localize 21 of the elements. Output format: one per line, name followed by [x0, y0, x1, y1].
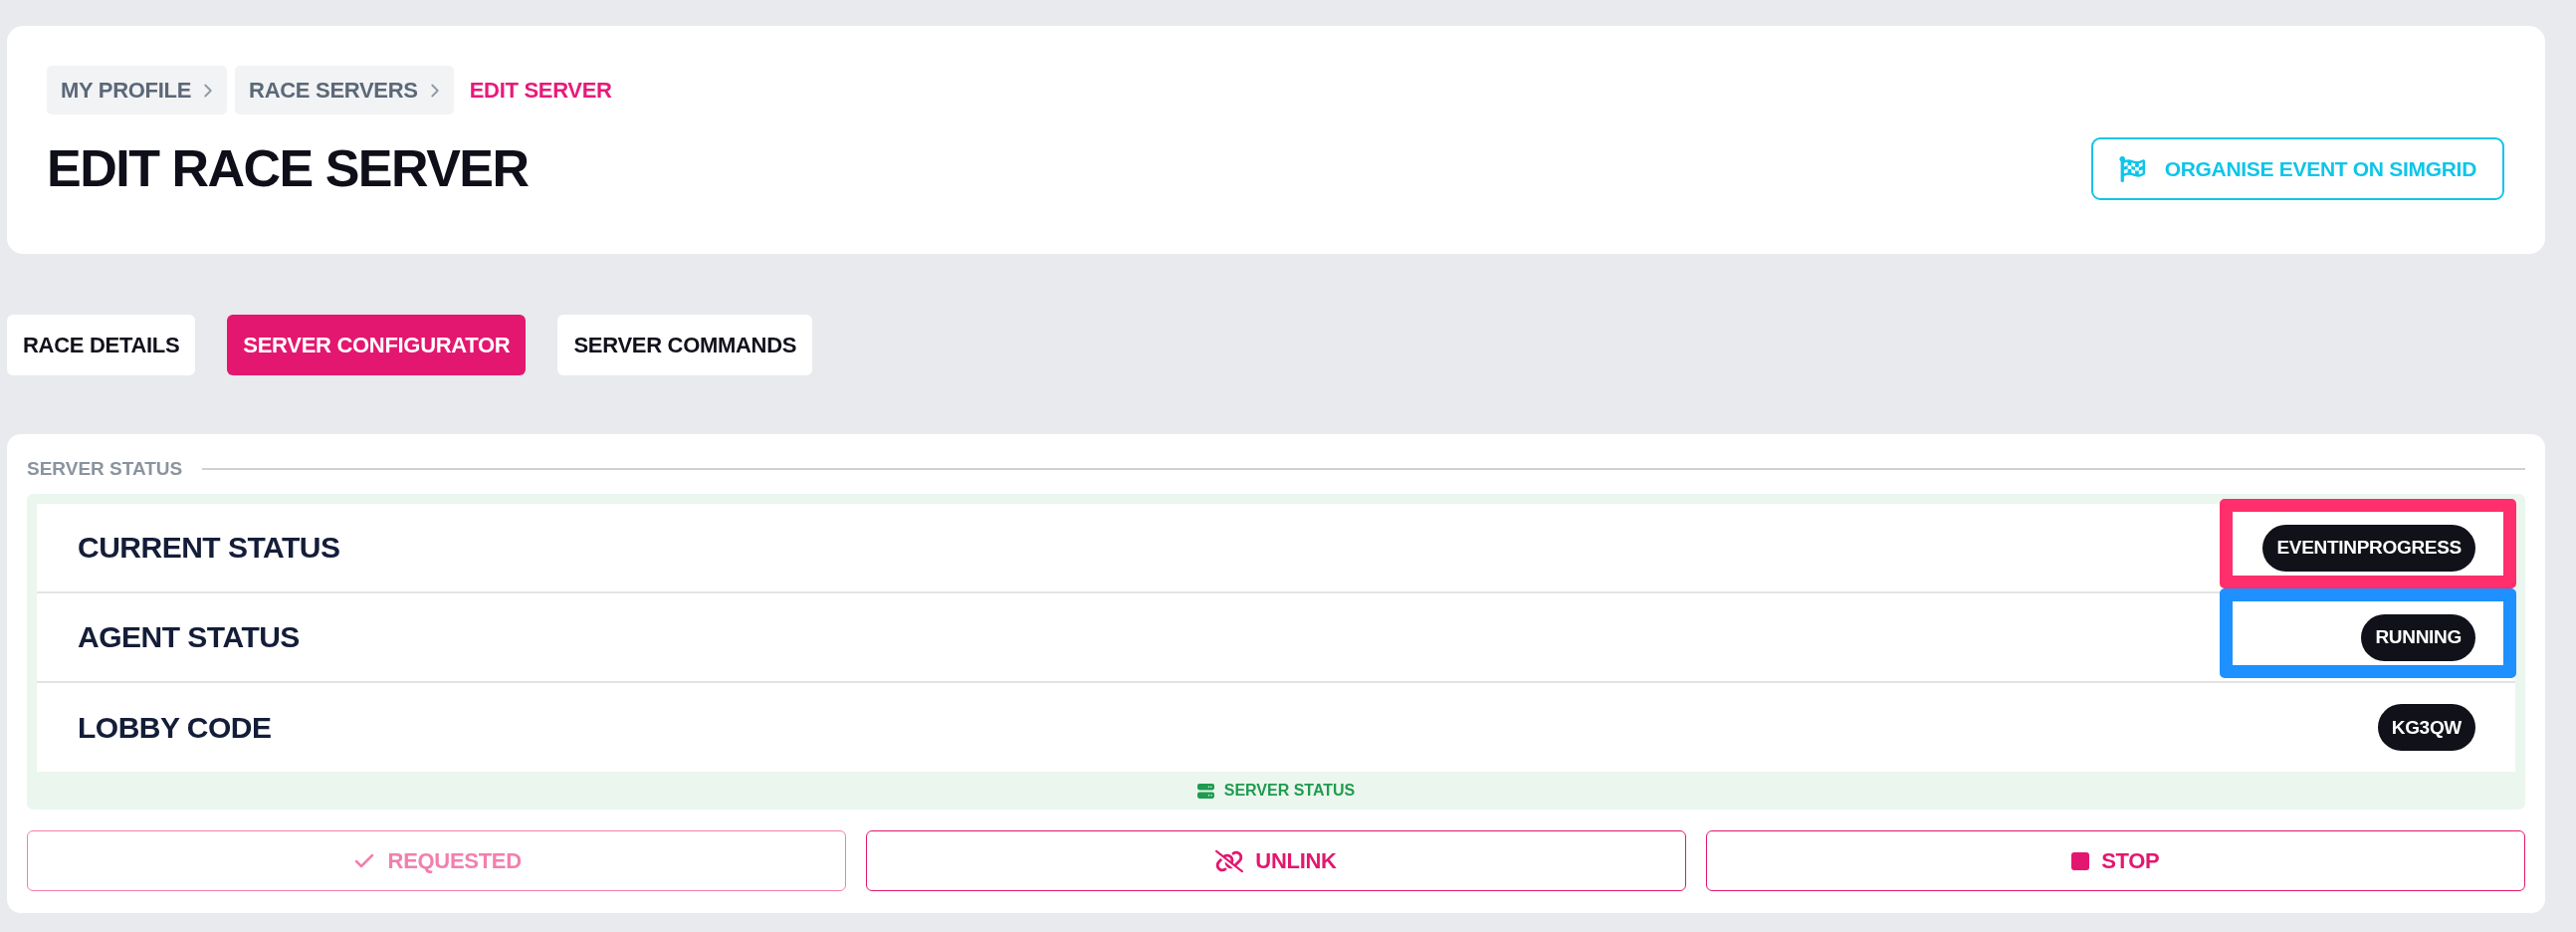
tab[interactable]: SERVER COMMANDS — [557, 315, 813, 375]
breadcrumb-link[interactable]: RACE SERVERS — [235, 66, 454, 115]
status-value: KG3QW — [2377, 704, 2475, 751]
stop-icon — [2071, 851, 2090, 870]
section-title: SERVER STATUS — [27, 458, 183, 480]
status-label: LOBBY CODE — [78, 710, 272, 745]
breadcrumb-current-page: EDIT SERVER — [468, 76, 613, 105]
server-icon — [1196, 782, 1214, 800]
page-title: EDIT RACE SERVER — [47, 138, 529, 199]
status-label: AGENT STATUS — [78, 620, 300, 654]
tab[interactable]: SERVER CONFIGURATOR — [227, 315, 527, 375]
status-value: EVENTINPROGRESS — [2262, 524, 2475, 572]
status-label: CURRENT STATUS — [78, 531, 340, 565]
unlink-button[interactable]: UNLINK — [866, 830, 1686, 891]
checkered-flag-icon — [2118, 155, 2145, 182]
unlink-icon — [1215, 848, 1244, 873]
breadcrumb-link[interactable]: MY PROFILE — [47, 66, 228, 115]
stop-button[interactable]: STOP — [1705, 830, 2525, 891]
status-footer-label: SERVER STATUS — [1223, 782, 1356, 800]
status-value: RUNNING — [2361, 613, 2475, 661]
tab[interactable]: RACE DETAILS — [7, 315, 196, 375]
